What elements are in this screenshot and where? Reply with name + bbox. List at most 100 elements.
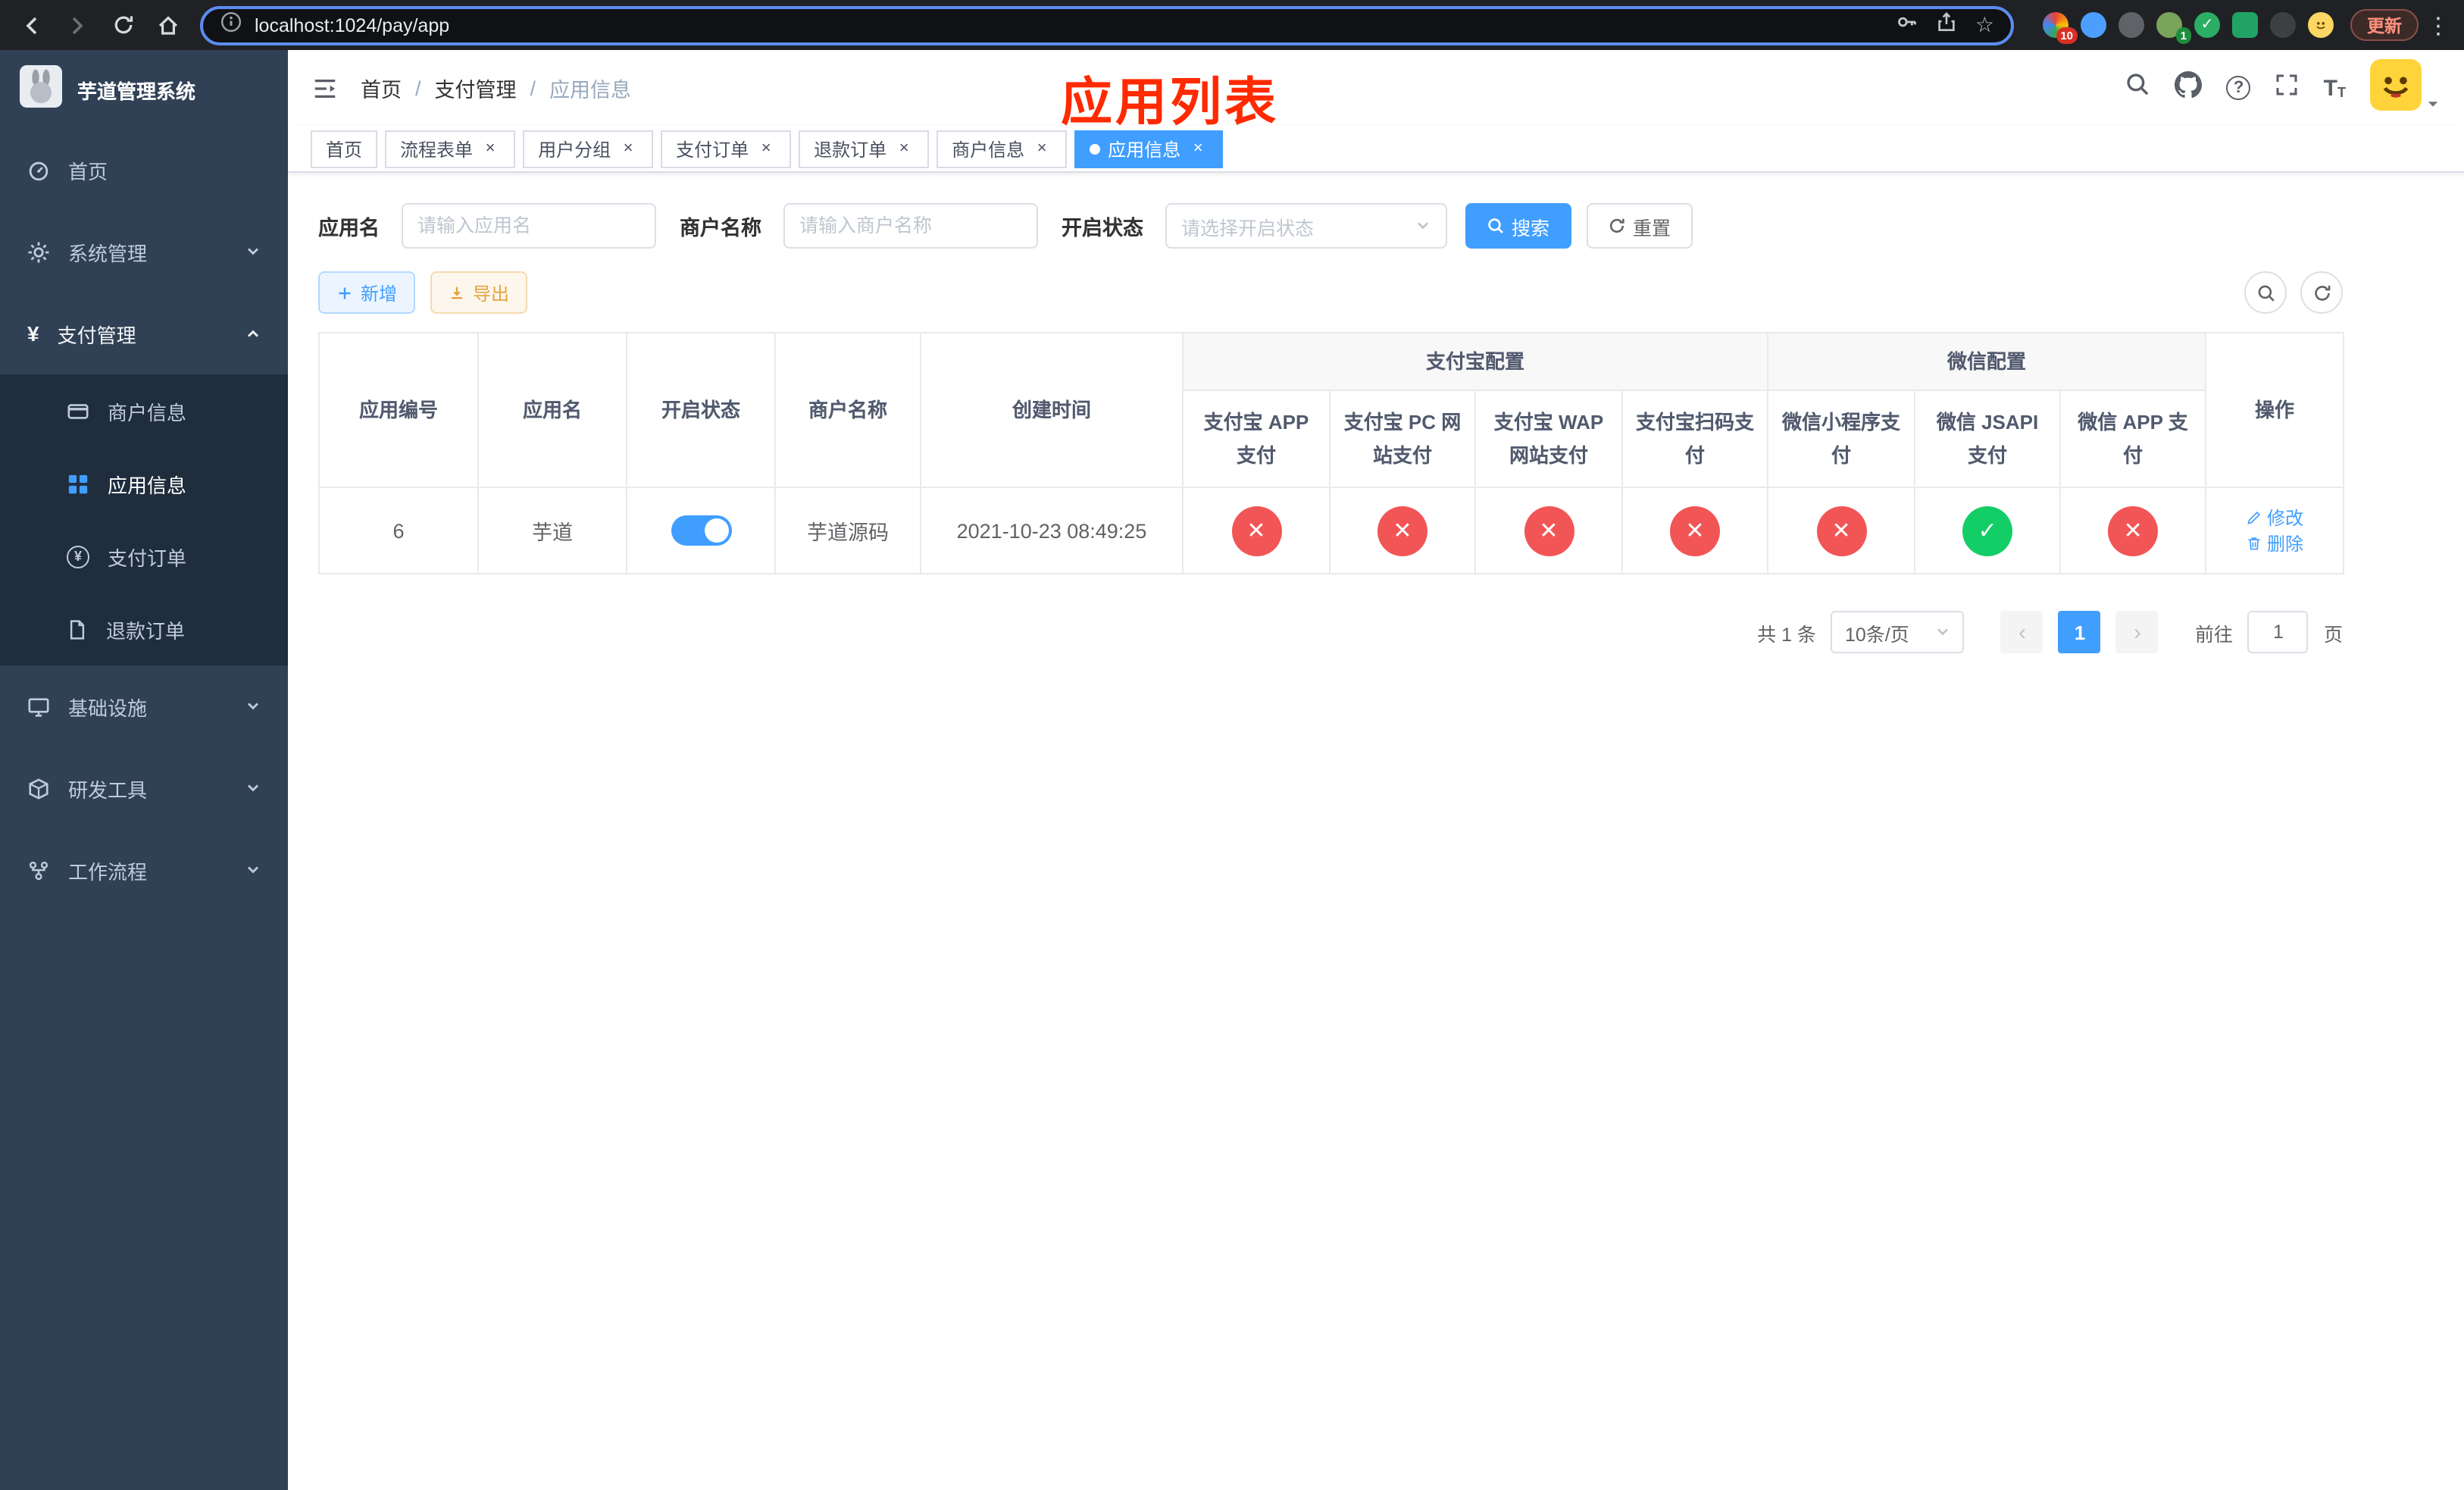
- sidebar: 芋道管理系统 首页 系统管理 ¥ 支付管理 商户信息 应用信息 ¥ 支付订单 退…: [0, 50, 288, 1490]
- back-icon[interactable]: [12, 5, 52, 45]
- edit-icon: [2247, 511, 2261, 524]
- help-icon[interactable]: ?: [2226, 76, 2251, 100]
- page-button-1[interactable]: 1: [2058, 611, 2101, 653]
- sidebar-item-payment[interactable]: ¥ 支付管理: [0, 293, 288, 374]
- app-logo: [20, 64, 62, 114]
- next-page-button[interactable]: ›: [2115, 611, 2159, 653]
- forward-icon[interactable]: [58, 5, 97, 45]
- toggle-search-button[interactable]: [2244, 271, 2287, 314]
- chevron-down-icon: [245, 859, 261, 881]
- close-icon[interactable]: ×: [1032, 139, 1052, 158]
- pagination-total: 共 1 条: [1757, 624, 1816, 645]
- alipay-qr-status-icon: ✕: [1670, 506, 1720, 556]
- alipay-wap-status-icon: ✕: [1524, 506, 1574, 556]
- sidebar-item-refund-order[interactable]: 退款订单: [0, 593, 288, 665]
- sidebar-item-system[interactable]: 系统管理: [0, 211, 288, 293]
- tab-refund-order[interactable]: 退款订单 ×: [799, 130, 930, 167]
- share-icon[interactable]: [1936, 10, 1959, 40]
- tab-payment-order[interactable]: 支付订单 ×: [661, 130, 792, 167]
- bookmark-star-icon[interactable]: ☆: [1975, 12, 1994, 38]
- extension-icon-3[interactable]: [2118, 12, 2144, 38]
- cell-status: [626, 487, 776, 574]
- breadcrumb-item-home[interactable]: 首页: [361, 73, 402, 103]
- delete-link[interactable]: 删除: [2246, 531, 2303, 556]
- sidebar-item-workflow[interactable]: 工作流程: [0, 829, 288, 911]
- app-logo-row[interactable]: 芋道管理系统: [0, 50, 288, 129]
- sidebar-collapse-icon[interactable]: [312, 75, 338, 101]
- sidebar-item-app-info[interactable]: 应用信息: [0, 447, 288, 520]
- reload-icon[interactable]: [103, 5, 142, 45]
- browser-menu-icon[interactable]: ⋮: [2425, 11, 2452, 39]
- tab-app-info[interactable]: 应用信息 ×: [1074, 130, 1224, 167]
- cell-app-id: 6: [318, 487, 479, 574]
- page-size-select[interactable]: 10条/页: [1831, 611, 1965, 653]
- close-icon[interactable]: ×: [1188, 139, 1208, 158]
- github-icon[interactable]: [2175, 70, 2203, 105]
- user-menu[interactable]: [2370, 58, 2440, 117]
- column-header-wechat-lite: 微信小程序支付: [1767, 390, 1916, 488]
- goto-page-input[interactable]: [2247, 611, 2309, 653]
- status-select[interactable]: 请选择开启状态: [1165, 203, 1446, 249]
- refresh-table-button[interactable]: [2300, 271, 2343, 314]
- reset-button[interactable]: 重置: [1586, 203, 1693, 249]
- extension-icon-1[interactable]: 10: [2043, 12, 2078, 44]
- page-annotation: 应用列表: [1061, 74, 1279, 132]
- sidebar-item-devtools[interactable]: 研发工具: [0, 747, 288, 829]
- url-text[interactable]: localhost:1024/pay/app: [255, 14, 1884, 36]
- fullscreen-icon[interactable]: [2275, 72, 2300, 104]
- avatar-extension-badge: 1: [2175, 27, 2191, 44]
- close-icon[interactable]: ×: [480, 139, 500, 158]
- extension-icon-8[interactable]: [2308, 12, 2334, 38]
- extension-icon-7[interactable]: [2270, 12, 2296, 38]
- breadcrumb-separator: /: [415, 77, 421, 99]
- chevron-down-icon: [1417, 222, 1427, 230]
- home-icon[interactable]: [149, 5, 188, 45]
- tab-merchant-info[interactable]: 商户信息 ×: [937, 130, 1068, 167]
- chevron-down-icon: [245, 240, 261, 263]
- extensions-area: 10 1 ✓: [2043, 12, 2334, 44]
- search-icon[interactable]: [2125, 71, 2151, 105]
- sidebar-item-payment-order[interactable]: ¥ 支付订单: [0, 520, 288, 593]
- plus-icon: [339, 286, 351, 299]
- sidebar-item-home[interactable]: 首页: [0, 129, 288, 211]
- box-icon: [29, 778, 48, 799]
- extension-icon-5[interactable]: ✓: [2194, 12, 2220, 38]
- close-icon[interactable]: ×: [756, 139, 776, 158]
- column-header-alipay-qr: 支付宝扫码支付: [1621, 390, 1769, 488]
- edit-link[interactable]: 修改: [2246, 505, 2303, 531]
- breadcrumb-item-payment[interactable]: 支付管理: [435, 73, 517, 103]
- status-toggle[interactable]: [671, 515, 731, 546]
- table-toolbar: 新增 导出: [318, 271, 2343, 314]
- column-header-wechat-jsapi: 微信 JSAPI 支付: [1914, 390, 2062, 488]
- app-name-input[interactable]: [401, 203, 655, 249]
- status-label: 开启状态: [1062, 217, 1143, 239]
- app-table: 应用编号 应用名 开启状态 商户名称 创建时间 支付宝配置 微信配置 操作 支付…: [318, 332, 2345, 574]
- extension-badge: 10: [2056, 27, 2078, 44]
- sidebar-item-merchant-info[interactable]: 商户信息: [0, 374, 288, 447]
- search-button[interactable]: 搜索: [1465, 203, 1571, 249]
- tab-home[interactable]: 首页: [311, 130, 378, 167]
- address-bar[interactable]: localhost:1024/pay/app ☆: [200, 5, 2014, 45]
- chevron-down-icon: [245, 777, 261, 800]
- monitor-icon: [28, 697, 49, 716]
- key-icon[interactable]: [1896, 10, 1919, 40]
- export-button[interactable]: 导出: [430, 271, 528, 314]
- tab-user-group[interactable]: 用户分组 ×: [523, 130, 654, 167]
- extension-icon-6[interactable]: [2232, 12, 2258, 38]
- info-icon[interactable]: [220, 10, 242, 40]
- search-icon: [1487, 218, 1502, 233]
- sidebar-item-infrastructure[interactable]: 基础设施: [0, 665, 288, 747]
- extension-icon-4[interactable]: 1: [2156, 12, 2191, 44]
- prev-page-button[interactable]: ‹: [2000, 611, 2043, 653]
- avatar[interactable]: [2370, 58, 2422, 117]
- tab-process-form[interactable]: 流程表单 ×: [385, 130, 516, 167]
- merchant-name-input[interactable]: [783, 203, 1037, 249]
- top-navbar: 首页 / 支付管理 / 应用信息 应用列表 ? T T: [288, 50, 2464, 132]
- extension-icon-2[interactable]: [2081, 12, 2106, 38]
- font-size-icon[interactable]: TT: [2324, 77, 2346, 99]
- close-icon[interactable]: ×: [894, 139, 914, 158]
- add-button[interactable]: 新增: [318, 271, 416, 314]
- wechat-jsapi-status-icon: ✓: [1962, 506, 2013, 556]
- close-icon[interactable]: ×: [618, 139, 638, 158]
- browser-update-button[interactable]: 更新: [2350, 9, 2419, 41]
